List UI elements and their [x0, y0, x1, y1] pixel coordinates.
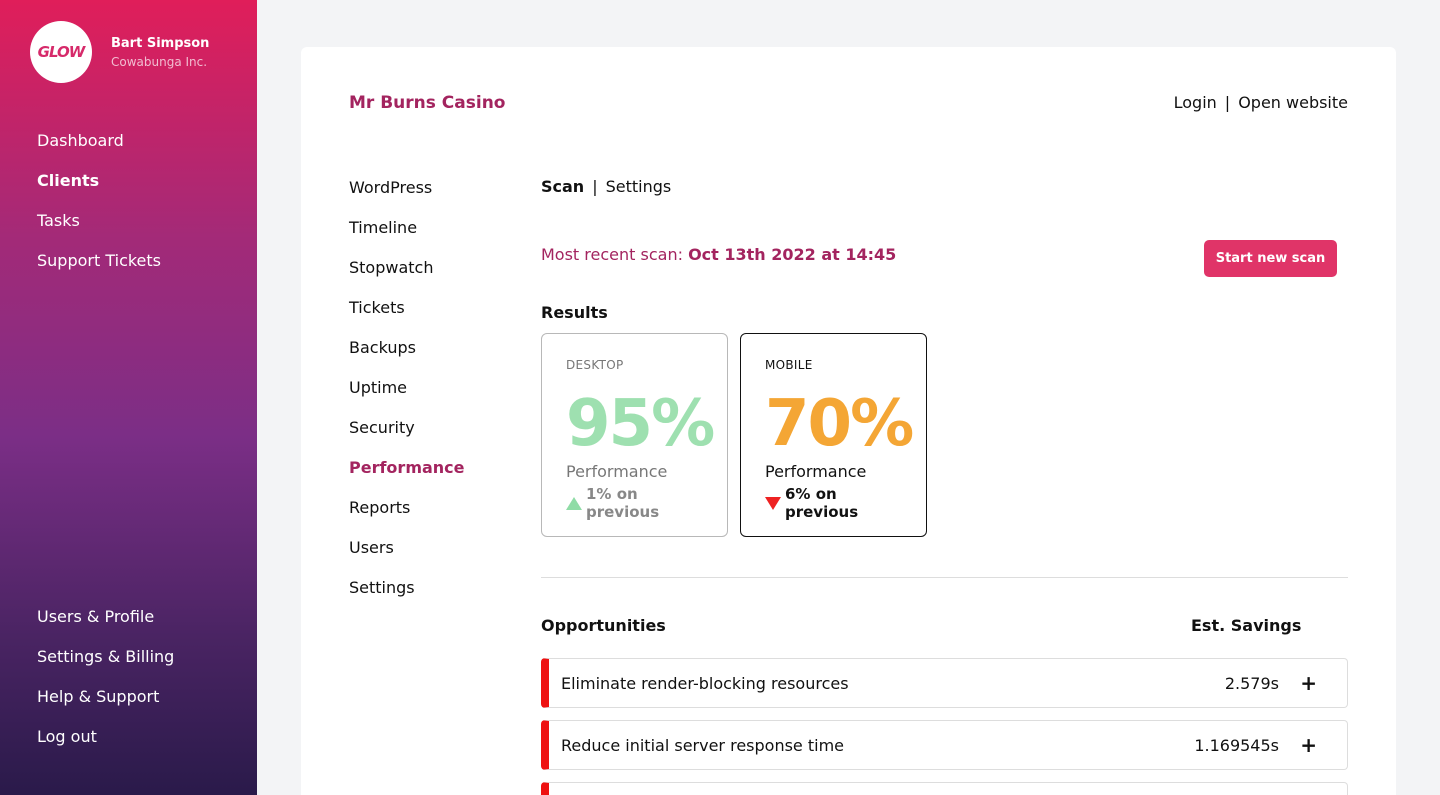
page-title: Mr Burns Casino — [349, 93, 506, 113]
score-card-label: DESKTOP — [566, 358, 624, 372]
nav-item-users-profile[interactable]: Users & Profile — [37, 606, 174, 646]
main-nav: Dashboard Clients Tasks Support Tickets — [37, 130, 161, 290]
sidebar: GLOW Bart Simpson Cowabunga Inc. Dashboa… — [0, 0, 257, 795]
opportunity-name: Eliminate render-blocking resources — [561, 673, 849, 693]
opportunity-name: Reduce initial server response time — [561, 735, 844, 755]
nav-item-settings-billing[interactable]: Settings & Billing — [37, 646, 174, 686]
desktop-score-card[interactable]: DESKTOP 95% Performance 1% on previous — [541, 333, 728, 537]
opportunities-heading: Opportunities — [541, 616, 666, 635]
user-company: Cowabunga Inc. — [111, 55, 208, 69]
score-card-label: MOBILE — [765, 358, 813, 372]
score-value: 95% — [566, 387, 715, 461]
tab-scan[interactable]: Scan — [541, 177, 584, 196]
subnav-item-timeline[interactable]: Timeline — [349, 217, 465, 257]
link-separator: | — [1224, 93, 1231, 112]
start-new-scan-button[interactable]: Start new scan — [1204, 240, 1337, 277]
score-change: 6% on previous — [765, 485, 902, 521]
subnav-item-backups[interactable]: Backups — [349, 337, 465, 377]
score-change: 1% on previous — [566, 485, 703, 521]
arrow-up-icon — [566, 496, 582, 510]
subnav-item-reports[interactable]: Reports — [349, 497, 465, 537]
plus-icon[interactable]: + — [1300, 733, 1317, 757]
nav-item-help-support[interactable]: Help & Support — [37, 686, 174, 726]
arrow-down-icon — [765, 496, 781, 510]
open-website-link[interactable]: Open website — [1238, 93, 1348, 112]
subnav-item-settings[interactable]: Settings — [349, 577, 465, 617]
est-savings-heading: Est. Savings — [1191, 616, 1302, 635]
tab-separator: | — [592, 177, 598, 196]
recent-scan-value: Oct 13th 2022 at 14:45 — [688, 245, 897, 264]
recent-scan-label: Most recent scan: — [541, 245, 683, 264]
results-heading: Results — [541, 303, 608, 322]
avatar[interactable]: GLOW — [30, 21, 92, 83]
main-card: Mr Burns Casino Login | Open website WordP… — [301, 47, 1396, 795]
mobile-score-card[interactable]: MOBILE 70% Performance 6% on previous — [740, 333, 927, 537]
plus-icon[interactable]: + — [1300, 671, 1317, 695]
tab-settings[interactable]: Settings — [606, 177, 672, 196]
opportunity-row[interactable]: Reduce initial server response time 1.16… — [541, 720, 1348, 770]
recent-scan: Most recent scan: Oct 13th 2022 at 14:45 — [541, 245, 896, 264]
subnav-item-tickets[interactable]: Tickets — [349, 297, 465, 337]
score-metric: Performance — [566, 462, 668, 481]
opportunities-header: Opportunities Est. Savings — [541, 616, 1348, 635]
opportunity-row-partial[interactable] — [541, 782, 1348, 795]
subnav-item-security[interactable]: Security — [349, 417, 465, 457]
user-name: Bart Simpson — [111, 36, 210, 51]
subnav-item-performance[interactable]: Performance — [349, 457, 465, 497]
opportunity-row[interactable]: Eliminate render-blocking resources 2.57… — [541, 658, 1348, 708]
subnav-item-wordpress[interactable]: WordPress — [349, 177, 465, 217]
score-value: 70% — [765, 387, 914, 461]
client-subnav: WordPress Timeline Stopwatch Tickets Bac… — [349, 177, 465, 617]
subnav-item-users[interactable]: Users — [349, 537, 465, 577]
opportunity-savings: 1.169545s — [1194, 735, 1279, 755]
login-link[interactable]: Login — [1174, 93, 1217, 112]
divider — [541, 577, 1348, 578]
glow-logo: GLOW — [37, 43, 86, 61]
subnav-item-uptime[interactable]: Uptime — [349, 377, 465, 417]
opportunity-savings: 2.579s — [1224, 673, 1279, 693]
nav-item-tasks[interactable]: Tasks — [37, 210, 161, 250]
bottom-nav: Users & Profile Settings & Billing Help … — [37, 606, 174, 766]
subnav-item-stopwatch[interactable]: Stopwatch — [349, 257, 465, 297]
score-change-text: 1% on previous — [586, 485, 660, 521]
score-change-text: 6% on previous — [785, 485, 859, 521]
nav-item-clients[interactable]: Clients — [37, 170, 161, 210]
nav-item-log-out[interactable]: Log out — [37, 726, 174, 766]
nav-item-dashboard[interactable]: Dashboard — [37, 130, 161, 170]
tabs: Scan | Settings — [541, 177, 671, 196]
nav-item-support-tickets[interactable]: Support Tickets — [37, 250, 161, 290]
top-links: Login | Open website — [1174, 93, 1348, 112]
score-metric: Performance — [765, 462, 867, 481]
